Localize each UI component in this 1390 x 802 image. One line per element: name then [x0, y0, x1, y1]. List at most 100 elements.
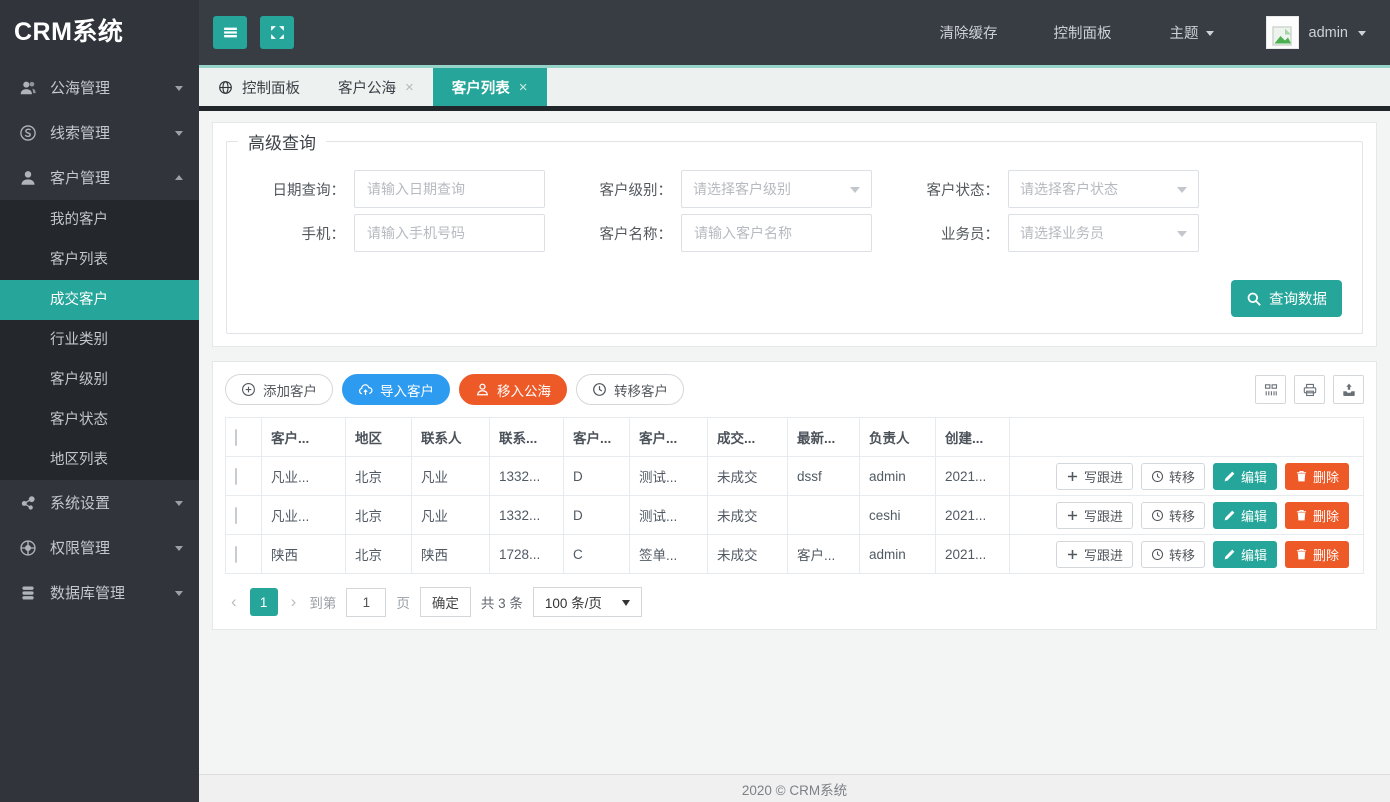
- caret-down-icon: [1358, 31, 1366, 40]
- user-menu[interactable]: admin: [1266, 16, 1367, 49]
- user-icon: [19, 169, 37, 187]
- sidebar-item-lead-mgmt[interactable]: 线索管理: [0, 110, 199, 155]
- row-checkbox[interactable]: [235, 468, 237, 485]
- tab-customer-list[interactable]: 客户列表×: [433, 68, 547, 106]
- follow-up-button[interactable]: 写跟进: [1056, 541, 1133, 568]
- follow-up-button[interactable]: 写跟进: [1056, 502, 1133, 529]
- pagination: ‹1›到第页确定共 3 条100 条/页: [225, 587, 1364, 617]
- transfer-customer-button[interactable]: 转移客户: [576, 374, 684, 405]
- table-row: 凡业...北京凡业1332...D测试...未成交dssfadmin2021..…: [226, 457, 1364, 496]
- transfer-button[interactable]: 转移: [1141, 502, 1205, 529]
- prev-page-button[interactable]: ‹: [228, 592, 240, 612]
- search-form: 日期查询：客户级别：请选择客户级别客户状态：请选择客户状态手机：客户名称：业务员…: [227, 170, 1362, 252]
- plus-icon: [1066, 509, 1079, 522]
- edit-button[interactable]: 编辑: [1213, 541, 1277, 568]
- toolbar-tools: [1247, 375, 1364, 404]
- page-number-button[interactable]: 1: [250, 588, 278, 616]
- tab-customer-public-sea[interactable]: 客户公海 ×: [319, 68, 433, 106]
- sidebar-item-permission-mgmt[interactable]: 权限管理: [0, 525, 199, 570]
- goto-page-input[interactable]: [346, 588, 386, 617]
- table-cell: admin: [860, 457, 936, 496]
- fullscreen-button[interactable]: [260, 16, 294, 49]
- sidebar-item-label: 系统设置: [50, 492, 175, 513]
- caret-down-icon: [1177, 187, 1187, 198]
- search-icon: [1246, 291, 1262, 307]
- caret-down-icon: [1177, 231, 1187, 242]
- table-row: 凡业...北京凡业1332...D测试...未成交ceshi2021...写跟进…: [226, 496, 1364, 535]
- table-cell: 凡业...: [262, 457, 346, 496]
- column-header: 成交...: [708, 418, 788, 457]
- pencil-icon: [1223, 509, 1236, 522]
- page-size-select[interactable]: 100 条/页: [533, 587, 642, 617]
- sidebar-item-customer-list[interactable]: 客户列表: [0, 240, 199, 280]
- date-query-input[interactable]: [354, 170, 545, 208]
- follow-up-button[interactable]: 写跟进: [1056, 463, 1133, 490]
- mobile-input[interactable]: [354, 214, 545, 252]
- plus-icon: [1066, 470, 1079, 483]
- search-fieldset: 高级查询 日期查询：客户级别：请选择客户级别客户状态：请选择客户状态手机：客户名…: [226, 129, 1363, 334]
- confirm-page-button[interactable]: 确定: [420, 587, 471, 617]
- header-link-control-panel[interactable]: 控制面板: [1054, 22, 1112, 43]
- tab-dashboard[interactable]: 控制面板: [199, 68, 319, 106]
- sidebar-item-public-sea-mgmt[interactable]: 公海管理: [0, 65, 199, 110]
- row-actions-cell: 写跟进转移编辑删除: [1010, 457, 1364, 496]
- import-customer-button[interactable]: 导入客户: [342, 374, 450, 405]
- row-checkbox[interactable]: [235, 546, 237, 563]
- sidebar-item-label: 公海管理: [50, 77, 175, 98]
- table-cell: ceshi: [860, 496, 936, 535]
- sidebar-item-label: 权限管理: [50, 537, 175, 558]
- sidebar: CRM系统 公海管理线索管理客户管理我的客户客户列表成交客户行业类别客户级别客户…: [0, 0, 199, 802]
- table-cell: 北京: [346, 535, 412, 574]
- sidebar-item-region-list[interactable]: 地区列表: [0, 440, 199, 480]
- next-page-button[interactable]: ›: [288, 592, 300, 612]
- button-label: 写跟进: [1084, 467, 1123, 486]
- clock-icon: [592, 382, 607, 397]
- edit-button[interactable]: 编辑: [1213, 463, 1277, 490]
- salesman-select[interactable]: 请选择业务员: [1008, 214, 1199, 252]
- sidebar-item-label: 客户管理: [50, 167, 175, 188]
- delete-button[interactable]: 删除: [1285, 502, 1349, 529]
- edit-button[interactable]: 编辑: [1213, 502, 1277, 529]
- delete-button[interactable]: 删除: [1285, 463, 1349, 490]
- header-link-clear-cache[interactable]: 清除缓存: [940, 22, 998, 43]
- sidebar-item-my-customers[interactable]: 我的客户: [0, 200, 199, 240]
- table-toolbar: 添加客户 导入客户移入公海转移客户: [225, 374, 1364, 405]
- transfer-button[interactable]: 转移: [1141, 463, 1205, 490]
- column-header: 创建...: [936, 418, 1010, 457]
- row-checkbox[interactable]: [235, 507, 237, 524]
- sidebar-item-industry-category[interactable]: 行业类别: [0, 320, 199, 360]
- select-placeholder: 请选择业务员: [1020, 223, 1104, 243]
- close-icon[interactable]: ×: [519, 79, 528, 96]
- collapse-sidebar-button[interactable]: [213, 16, 247, 49]
- sidebar-item-customer-level[interactable]: 客户级别: [0, 360, 199, 400]
- close-icon[interactable]: ×: [405, 79, 414, 96]
- print-button[interactable]: [1294, 375, 1325, 404]
- sidebar-item-system-settings[interactable]: 系统设置: [0, 480, 199, 525]
- row-checkbox-cell: [226, 457, 262, 496]
- theme-dropdown[interactable]: 主题: [1170, 22, 1214, 43]
- username: admin: [1309, 25, 1349, 41]
- column-header: 客户...: [630, 418, 708, 457]
- customer-name-input[interactable]: [681, 214, 872, 252]
- button-label: 添加客户: [263, 380, 317, 400]
- caret-down-icon: [175, 86, 183, 95]
- sidebar-item-customer-mgmt[interactable]: 客户管理: [0, 155, 199, 200]
- query-data-button[interactable]: 查询数据: [1231, 280, 1342, 317]
- customer-status-select[interactable]: 请选择客户状态: [1008, 170, 1199, 208]
- tab-label: 客户公海: [338, 77, 396, 98]
- move-to-public-sea-button[interactable]: 移入公海: [459, 374, 567, 405]
- sidebar-menu: 公海管理线索管理客户管理我的客户客户列表成交客户行业类别客户级别客户状态地区列表…: [0, 65, 199, 615]
- transfer-button[interactable]: 转移: [1141, 541, 1205, 568]
- export-button[interactable]: [1333, 375, 1364, 404]
- footer: 2020 © CRM系统: [199, 774, 1390, 802]
- columns-button[interactable]: [1255, 375, 1286, 404]
- customer-level-select[interactable]: 请选择客户级别: [681, 170, 872, 208]
- caret-up-icon: [175, 171, 183, 180]
- button-label: 转移: [1169, 545, 1195, 564]
- select-all-checkbox[interactable]: [235, 429, 237, 446]
- sidebar-item-customer-status[interactable]: 客户状态: [0, 400, 199, 440]
- sidebar-item-database-mgmt[interactable]: 数据库管理: [0, 570, 199, 615]
- add-customer-button[interactable]: 添加客户: [225, 374, 333, 405]
- delete-button[interactable]: 删除: [1285, 541, 1349, 568]
- sidebar-item-deal-customers[interactable]: 成交客户: [0, 280, 199, 320]
